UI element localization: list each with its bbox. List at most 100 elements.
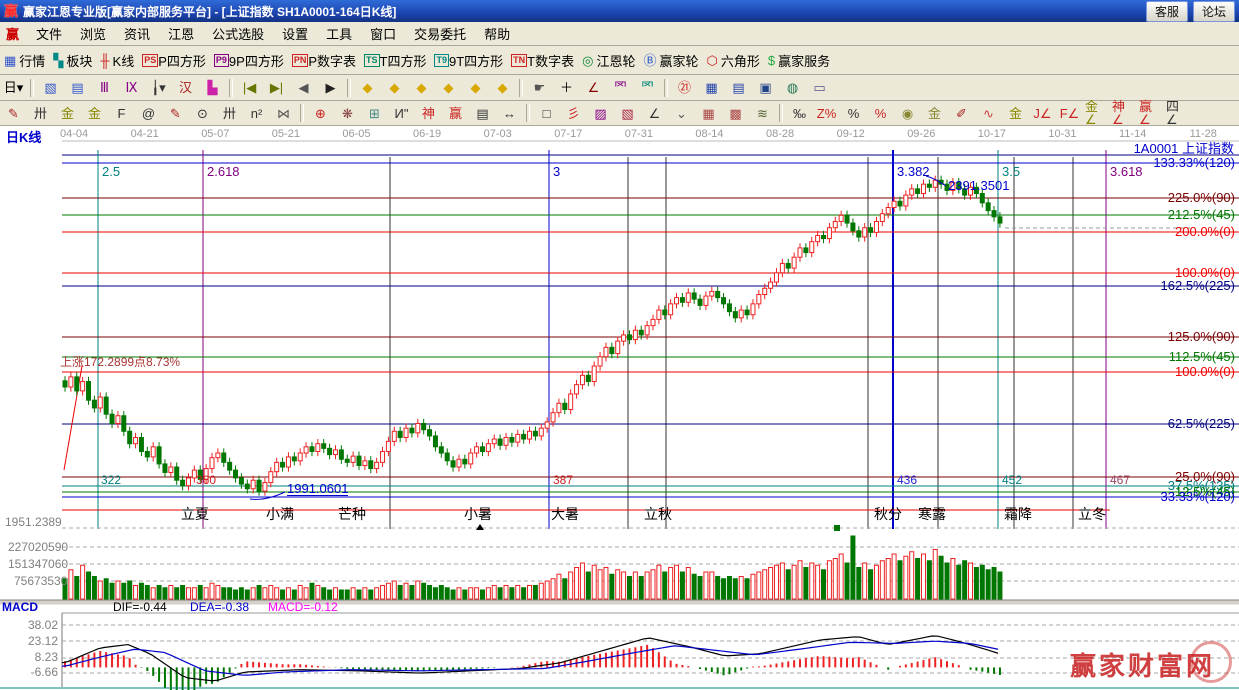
mirror-angle-icon[interactable]: ⋈: [271, 102, 296, 124]
menu-浏览[interactable]: 浏览: [71, 25, 115, 44]
save-icon[interactable]: ▣: [753, 77, 778, 99]
spiral-icon[interactable]: @: [136, 102, 161, 124]
shen-grid-icon[interactable]: 神: [416, 102, 441, 124]
f-angle-icon[interactable]: F∠: [1057, 102, 1082, 124]
diamond-plus-icon[interactable]: ◆: [490, 77, 515, 99]
ying-angle-icon[interactable]: 赢∠: [1138, 102, 1163, 124]
web-square-icon[interactable]: ⊞: [362, 102, 387, 124]
gann-grid-teal-icon[interactable]: 罓: [635, 77, 660, 99]
notes-icon[interactable]: ▤: [726, 77, 751, 99]
f-grid-icon[interactable]: F: [109, 102, 134, 124]
info-panel-icon[interactable]: ▤: [65, 77, 90, 99]
brush-tool-icon[interactable]: ✎: [1, 102, 26, 124]
first-page-icon[interactable]: |◀: [237, 77, 262, 99]
brush-3-icon[interactable]: ✐: [949, 102, 974, 124]
han-chart-icon[interactable]: 汉: [173, 77, 198, 99]
gold-grid-1-icon[interactable]: 金: [55, 102, 80, 124]
percent-line-icon[interactable]: %: [868, 102, 893, 124]
next-page-icon[interactable]: ▶: [318, 77, 343, 99]
customer-service-button[interactable]: 客服: [1146, 1, 1188, 22]
parallel-lines-icon[interactable]: ≋: [750, 102, 775, 124]
k-quote-icon[interactable]: И": [389, 102, 414, 124]
candle-style-dropdown[interactable]: ╽▾: [146, 77, 171, 99]
calculator-icon[interactable]: ▦: [699, 77, 724, 99]
menu-公式选股[interactable]: 公式选股: [203, 25, 273, 44]
menu-工具[interactable]: 工具: [317, 25, 361, 44]
hand-tool-icon[interactable]: ☛: [527, 77, 552, 99]
trend-angle-icon[interactable]: ∠: [642, 102, 667, 124]
diamond-right-icon[interactable]: ◆: [382, 77, 407, 99]
span-arrows-icon[interactable]: ↔: [497, 102, 522, 124]
last-page-icon[interactable]: ▶|: [264, 77, 289, 99]
diamond-horizontal-icon[interactable]: ◆: [409, 77, 434, 99]
diamond-star-icon[interactable]: ◆: [463, 77, 488, 99]
box-rays-2-icon[interactable]: ▧: [615, 102, 640, 124]
web-icon[interactable]: ❋: [335, 102, 360, 124]
menu-文件[interactable]: 文件: [27, 25, 71, 44]
measure-tool-icon[interactable]: ∠: [581, 77, 606, 99]
quotes-button[interactable]: ▦行情: [4, 51, 45, 70]
crosshair-tool-icon[interactable]: ＋: [554, 77, 579, 99]
time-circle-icon[interactable]: ⊙: [190, 102, 215, 124]
prev-page-icon[interactable]: ◀: [291, 77, 316, 99]
p-square-button-icon: PS: [142, 54, 158, 67]
ruler-grid-icon[interactable]: ▤: [470, 102, 495, 124]
9t-square-button[interactable]: T99T四方形: [434, 51, 503, 70]
sectors-button[interactable]: ▚板块: [53, 51, 92, 70]
j-angle-icon[interactable]: J∠: [1030, 102, 1055, 124]
percent-z-icon[interactable]: Z%: [814, 102, 839, 124]
winner-wheel-button[interactable]: Ⓑ赢家轮: [643, 51, 698, 70]
box-rays-icon[interactable]: ▨: [588, 102, 613, 124]
diamond-left-icon[interactable]: ◆: [355, 77, 380, 99]
menu-窗口[interactable]: 窗口: [361, 25, 405, 44]
gann-wheel-button[interactable]: ◎江恩轮: [582, 51, 635, 70]
forum-button[interactable]: 论坛: [1193, 1, 1235, 22]
overlay-9-icon[interactable]: Ⅸ: [119, 77, 144, 99]
gold-lines-icon[interactable]: 金: [922, 102, 947, 124]
v-line-icon[interactable]: ⌄: [669, 102, 694, 124]
si-angle-icon[interactable]: 四∠: [1165, 102, 1190, 124]
brush-2-icon[interactable]: ✎: [163, 102, 188, 124]
percent-icon[interactable]: %: [841, 102, 866, 124]
symbol-label: 1A0001 上证指数: [1134, 142, 1234, 155]
percent-table-icon[interactable]: ‰: [787, 102, 812, 124]
grid-block-arrow-icon[interactable]: ▩: [723, 102, 748, 124]
diamond-cross-icon[interactable]: ◆: [436, 77, 461, 99]
rays-icon[interactable]: 彡: [561, 102, 586, 124]
grid-hash-icon[interactable]: 卅: [28, 102, 53, 124]
gann-grid-purple-icon[interactable]: 罓: [608, 77, 633, 99]
box-tool-icon[interactable]: □: [534, 102, 559, 124]
t-square-button[interactable]: TST四方形: [364, 51, 426, 70]
gold-grid-2-icon[interactable]: 金: [82, 102, 107, 124]
chart-canvas[interactable]: [0, 126, 1239, 690]
n-square-icon[interactable]: n²: [244, 102, 269, 124]
ying-grid-icon[interactable]: 赢: [443, 102, 468, 124]
menu-交易委托[interactable]: 交易委托: [405, 25, 475, 44]
period-day-dropdown[interactable]: 日▾: [1, 77, 26, 99]
export-icon[interactable]: ◍: [780, 77, 805, 99]
target-icon[interactable]: ⊕: [308, 102, 333, 124]
9p-square-button[interactable]: P99P四方形: [214, 51, 284, 70]
gold-box-icon[interactable]: 金: [1003, 102, 1028, 124]
t-table-button[interactable]: TNT数字表: [511, 51, 574, 70]
kline-button[interactable]: ╫K线: [100, 51, 134, 70]
calendar-icon[interactable]: ㉑: [672, 77, 697, 99]
hexagon-button[interactable]: ⬡六角形: [707, 51, 760, 70]
gold-angle-icon[interactable]: 金∠: [1084, 102, 1109, 124]
zoom-chart-icon[interactable]: ▧: [38, 77, 63, 99]
overlay-3-icon[interactable]: Ⅲ: [92, 77, 117, 99]
grid-block-icon[interactable]: ▦: [696, 102, 721, 124]
remote-icon[interactable]: ▭: [807, 77, 832, 99]
gold-circle-icon[interactable]: ◉: [895, 102, 920, 124]
hash-2-icon[interactable]: 卅: [217, 102, 242, 124]
volume-profile-icon[interactable]: ▙: [200, 77, 225, 99]
menu-资讯[interactable]: 资讯: [115, 25, 159, 44]
shen-angle-icon[interactable]: 神∠: [1111, 102, 1136, 124]
p-square-button[interactable]: PSP四方形: [142, 51, 206, 70]
menu-帮助[interactable]: 帮助: [475, 25, 519, 44]
winner-service-button[interactable]: $赢家服务: [768, 51, 830, 70]
menu-江恩[interactable]: 江恩: [159, 25, 203, 44]
p-table-button[interactable]: PNP数字表: [292, 51, 356, 70]
wave-box-icon[interactable]: ∿: [976, 102, 1001, 124]
menu-设置[interactable]: 设置: [273, 25, 317, 44]
